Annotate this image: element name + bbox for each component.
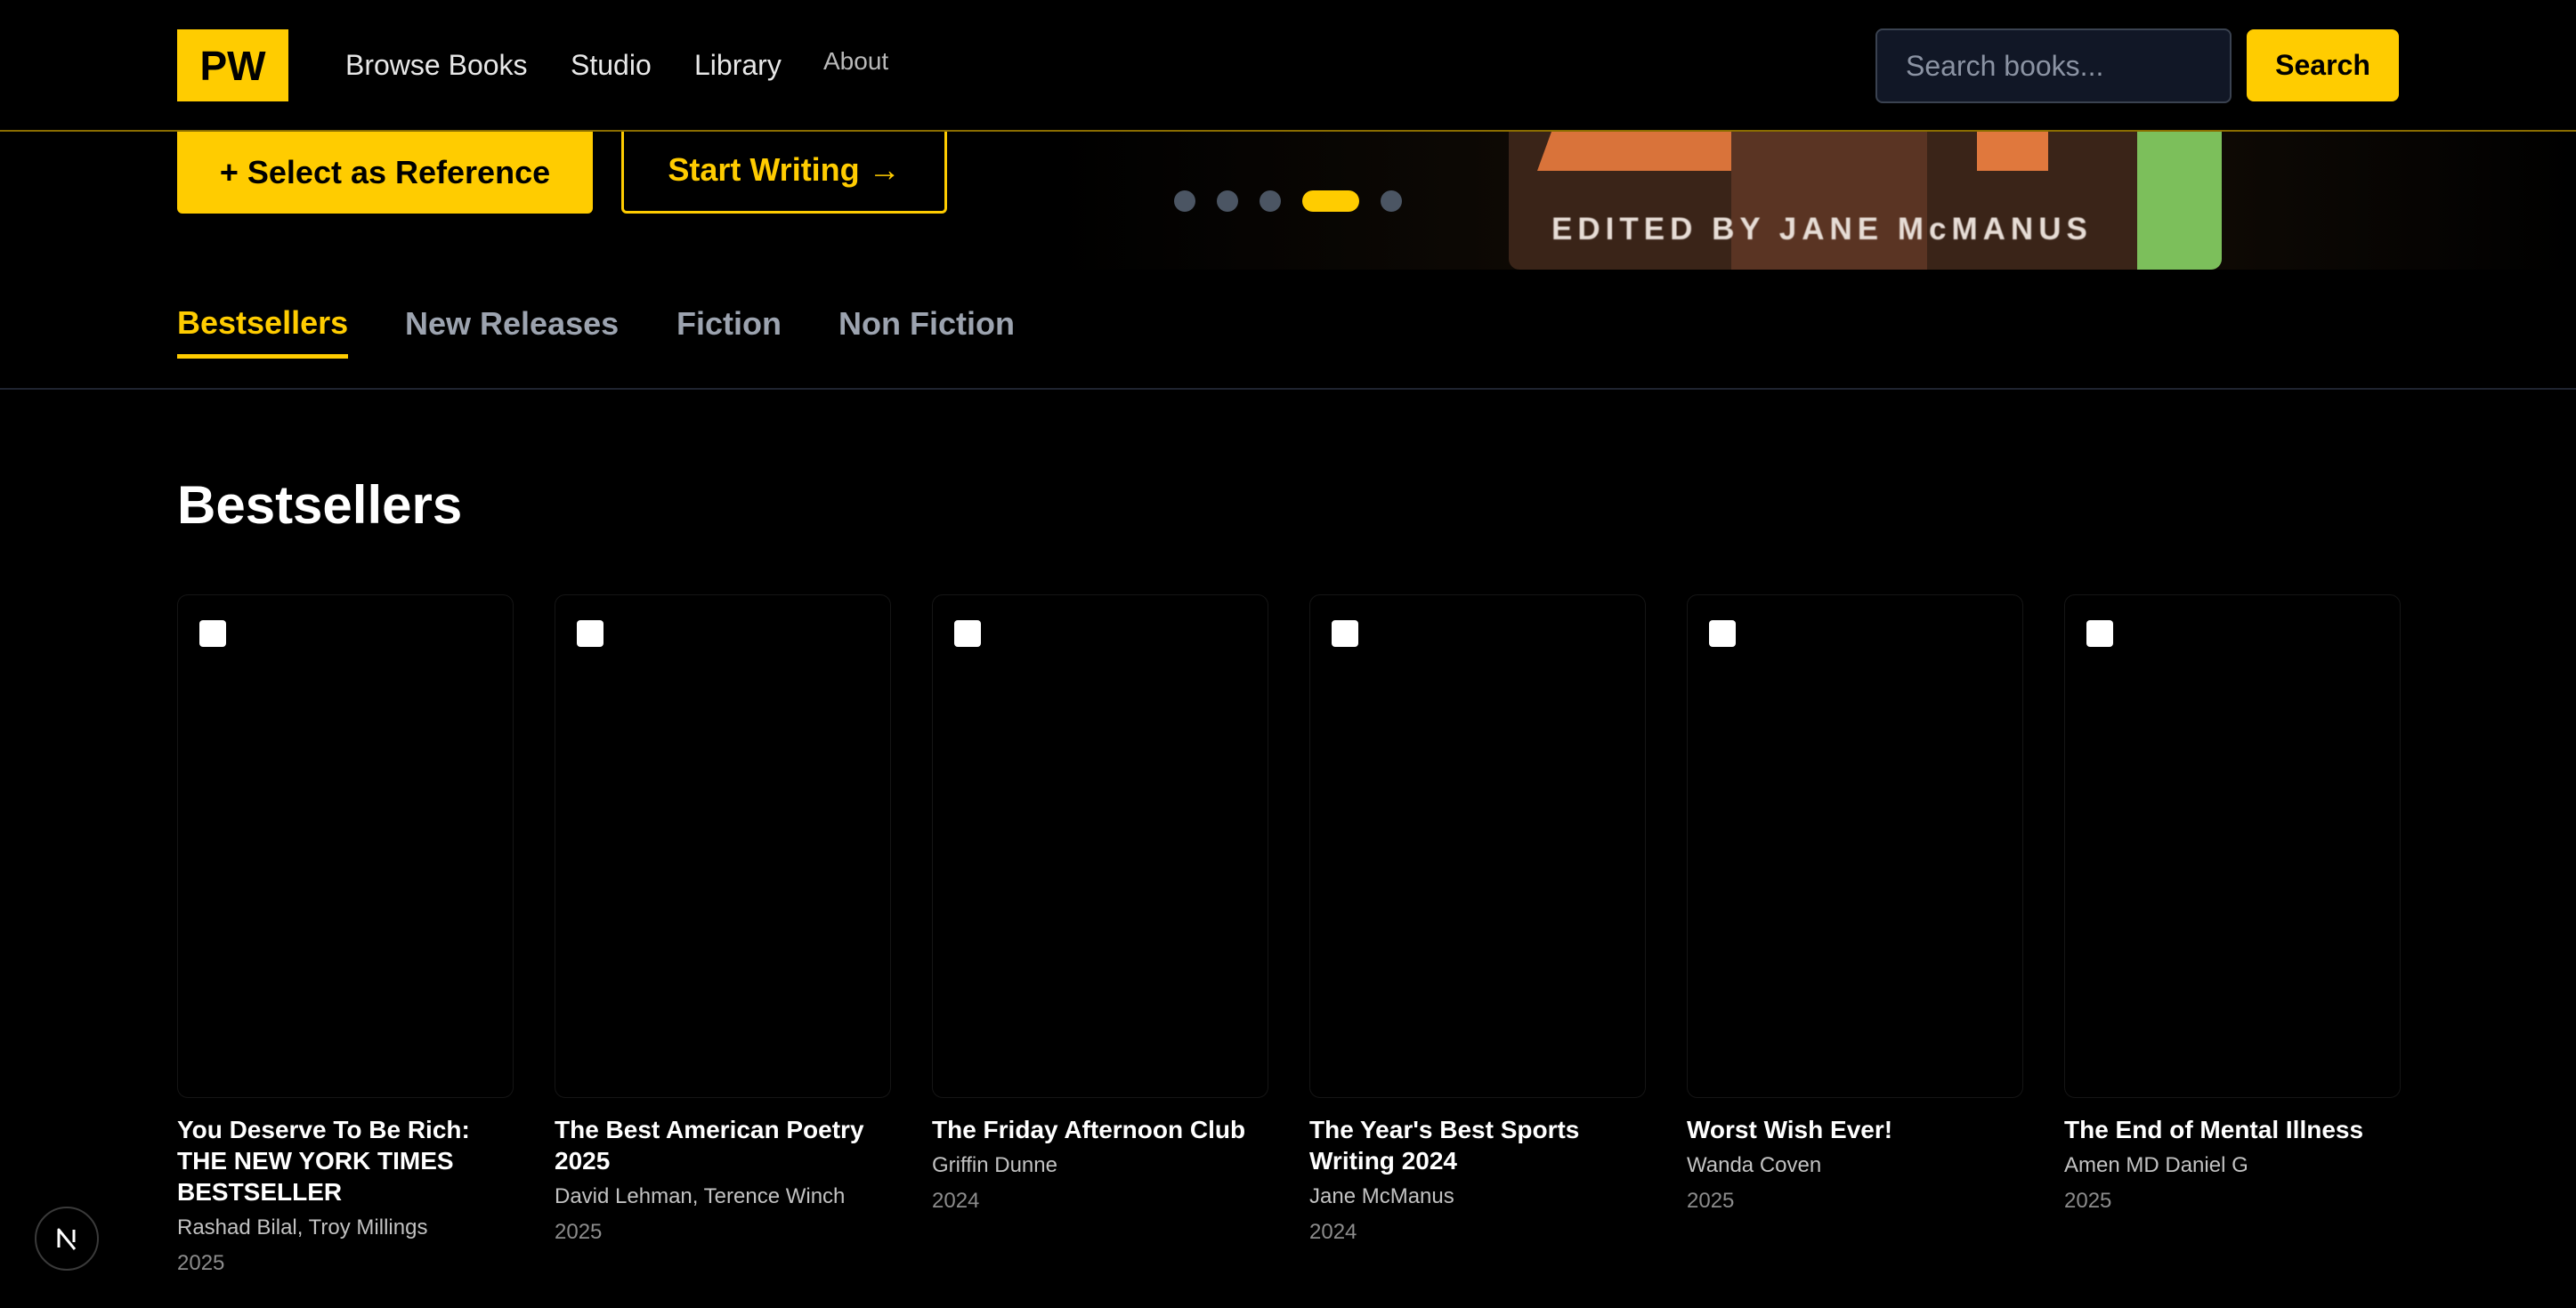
cover-editor-text: EDITED BY JANE McMANUS	[1551, 212, 2093, 246]
tab-bestsellers[interactable]: Bestsellers	[177, 304, 348, 342]
n-glyph-icon	[57, 1228, 77, 1250]
search-button[interactable]: Search	[2247, 29, 2399, 101]
book-year: 2024	[1309, 1220, 1357, 1244]
book-cover[interactable]	[2064, 594, 2401, 1098]
book-author: Rashad Bilal, Troy Millings	[177, 1215, 428, 1239]
tab-new-releases[interactable]: New Releases	[405, 305, 619, 343]
book-year: 2025	[2064, 1189, 2112, 1213]
book-card[interactable]: The Friday Afternoon Club Griffin Dunne …	[932, 594, 1268, 1215]
carousel-dot-active[interactable]	[1302, 190, 1359, 212]
carousel-dot[interactable]	[1217, 190, 1238, 212]
book-author: David Lehman, Terence Winch	[555, 1184, 846, 1208]
book-cover[interactable]	[555, 594, 891, 1098]
book-author: Jane McManus	[1309, 1184, 1454, 1208]
carousel-dot[interactable]	[1381, 190, 1402, 212]
tab-fiction[interactable]: Fiction	[676, 305, 782, 343]
category-tabs: Bestsellers New Releases Fiction Non Fic…	[0, 270, 2576, 390]
featured-book-cover[interactable]: EDITED BY JANE McMANUS	[1509, 132, 2222, 270]
select-checkbox[interactable]	[1709, 620, 1736, 647]
select-checkbox[interactable]	[954, 620, 981, 647]
search-input[interactable]	[1875, 28, 2232, 103]
book-author: Amen MD Daniel G	[2064, 1153, 2248, 1177]
nextjs-n-icon[interactable]	[35, 1207, 99, 1271]
hero-banner: + Select as Reference Start Writing → ED…	[0, 132, 2576, 270]
select-checkbox[interactable]	[577, 620, 603, 647]
section-title: Bestsellers	[177, 475, 463, 535]
book-cover[interactable]	[177, 594, 514, 1098]
carousel-dot[interactable]	[1260, 190, 1281, 212]
book-title[interactable]: The Friday Afternoon Club	[932, 1114, 1268, 1145]
book-year: 2025	[177, 1251, 225, 1275]
start-writing-button[interactable]: Start Writing →	[621, 132, 947, 214]
nav-about[interactable]: About	[823, 47, 888, 76]
book-year: 2025	[1687, 1189, 1735, 1213]
book-year: 2025	[555, 1220, 603, 1244]
book-card[interactable]: The Best American Poetry 2025 David Lehm…	[555, 594, 891, 1246]
top-navbar: PW Browse Books Studio Library About Sea…	[0, 0, 2576, 132]
book-cover[interactable]	[1687, 594, 2023, 1098]
pw-logo[interactable]: PW	[177, 29, 288, 101]
active-tab-indicator	[177, 354, 348, 359]
book-author: Wanda Coven	[1687, 1153, 1822, 1177]
nav-studio[interactable]: Studio	[571, 49, 652, 82]
book-author: Griffin Dunne	[932, 1153, 1057, 1177]
select-checkbox[interactable]	[1332, 620, 1358, 647]
book-title[interactable]: You Deserve To Be Rich: THE NEW YORK TIM…	[177, 1114, 514, 1207]
book-title[interactable]: The Best American Poetry 2025	[555, 1114, 891, 1176]
select-checkbox[interactable]	[2086, 620, 2113, 647]
select-checkbox[interactable]	[199, 620, 226, 647]
book-cover[interactable]	[1309, 594, 1646, 1098]
book-title[interactable]: The End of Mental Illness	[2064, 1114, 2401, 1145]
book-card[interactable]: You Deserve To Be Rich: THE NEW YORK TIM…	[177, 594, 514, 1277]
tab-non-fiction[interactable]: Non Fiction	[838, 305, 1015, 343]
book-title[interactable]: The Year's Best Sports Writing 2024	[1309, 1114, 1646, 1176]
carousel-dot[interactable]	[1174, 190, 1195, 212]
select-as-reference-button[interactable]: + Select as Reference	[177, 132, 593, 214]
book-cover[interactable]	[932, 594, 1268, 1098]
book-card[interactable]: The End of Mental Illness Amen MD Daniel…	[2064, 594, 2401, 1215]
book-title[interactable]: Worst Wish Ever!	[1687, 1114, 2023, 1145]
nav-browse-books[interactable]: Browse Books	[345, 49, 528, 82]
book-card[interactable]: Worst Wish Ever! Wanda Coven 2025	[1687, 594, 2023, 1215]
book-card[interactable]: The Year's Best Sports Writing 2024 Jane…	[1309, 594, 1646, 1246]
book-year: 2024	[932, 1189, 980, 1213]
nav-library[interactable]: Library	[694, 49, 782, 82]
